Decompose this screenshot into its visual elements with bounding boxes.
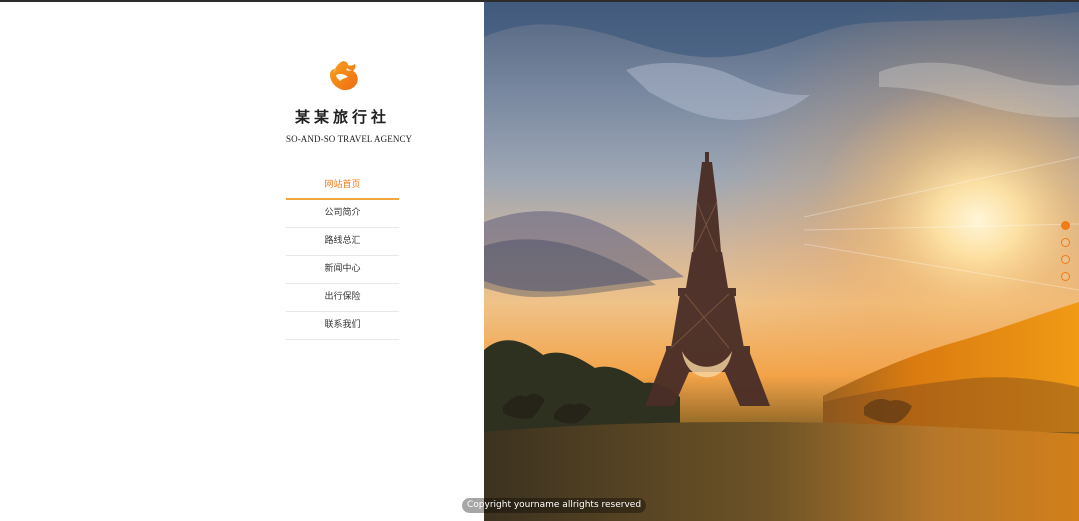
left-panel: 某某旅行社 SO-AND-SO TRAVEL AGENCY 网站首页 公司简介 … (0, 2, 484, 521)
brand-name-cn: 某某旅行社 (294, 108, 390, 126)
nav-item-insurance[interactable]: 出行保险 (286, 284, 399, 312)
brand-block: 某某旅行社 SO-AND-SO TRAVEL AGENCY (286, 58, 413, 144)
page: 某某旅行社 SO-AND-SO TRAVEL AGENCY 网站首页 公司简介 … (0, 0, 1079, 521)
main-nav: 网站首页 公司简介 路线总汇 新闻中心 出行保险 联系我们 (286, 172, 399, 340)
hero-carousel[interactable] (484, 2, 1079, 521)
carousel-dot-1[interactable] (1061, 221, 1070, 230)
carousel-dot-3[interactable] (1061, 255, 1070, 264)
copyright-badge: Copyright yourname allrights reserved (462, 498, 647, 513)
nav-item-about[interactable]: 公司简介 (286, 200, 399, 228)
carousel-pagination (1061, 221, 1071, 289)
horse-head-icon (329, 61, 358, 91)
nav-item-routes[interactable]: 路线总汇 (286, 228, 399, 256)
nav-item-home[interactable]: 网站首页 (286, 172, 399, 200)
carousel-dot-4[interactable] (1061, 272, 1070, 281)
nav-item-news[interactable]: 新闻中心 (286, 256, 399, 284)
nav-item-contact[interactable]: 联系我们 (286, 312, 399, 340)
carousel-dot-2[interactable] (1061, 238, 1070, 247)
eiffel-tower-sunset-image (484, 2, 1079, 521)
brand-name-en: SO-AND-SO TRAVEL AGENCY (286, 134, 413, 144)
